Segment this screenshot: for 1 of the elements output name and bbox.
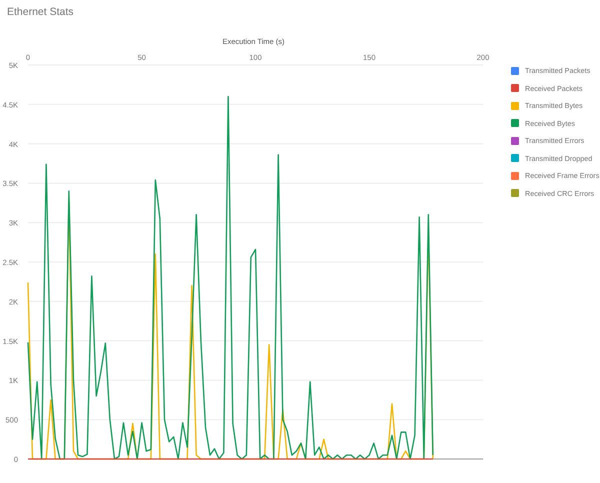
panel-title: Ethernet Stats [7, 6, 74, 18]
